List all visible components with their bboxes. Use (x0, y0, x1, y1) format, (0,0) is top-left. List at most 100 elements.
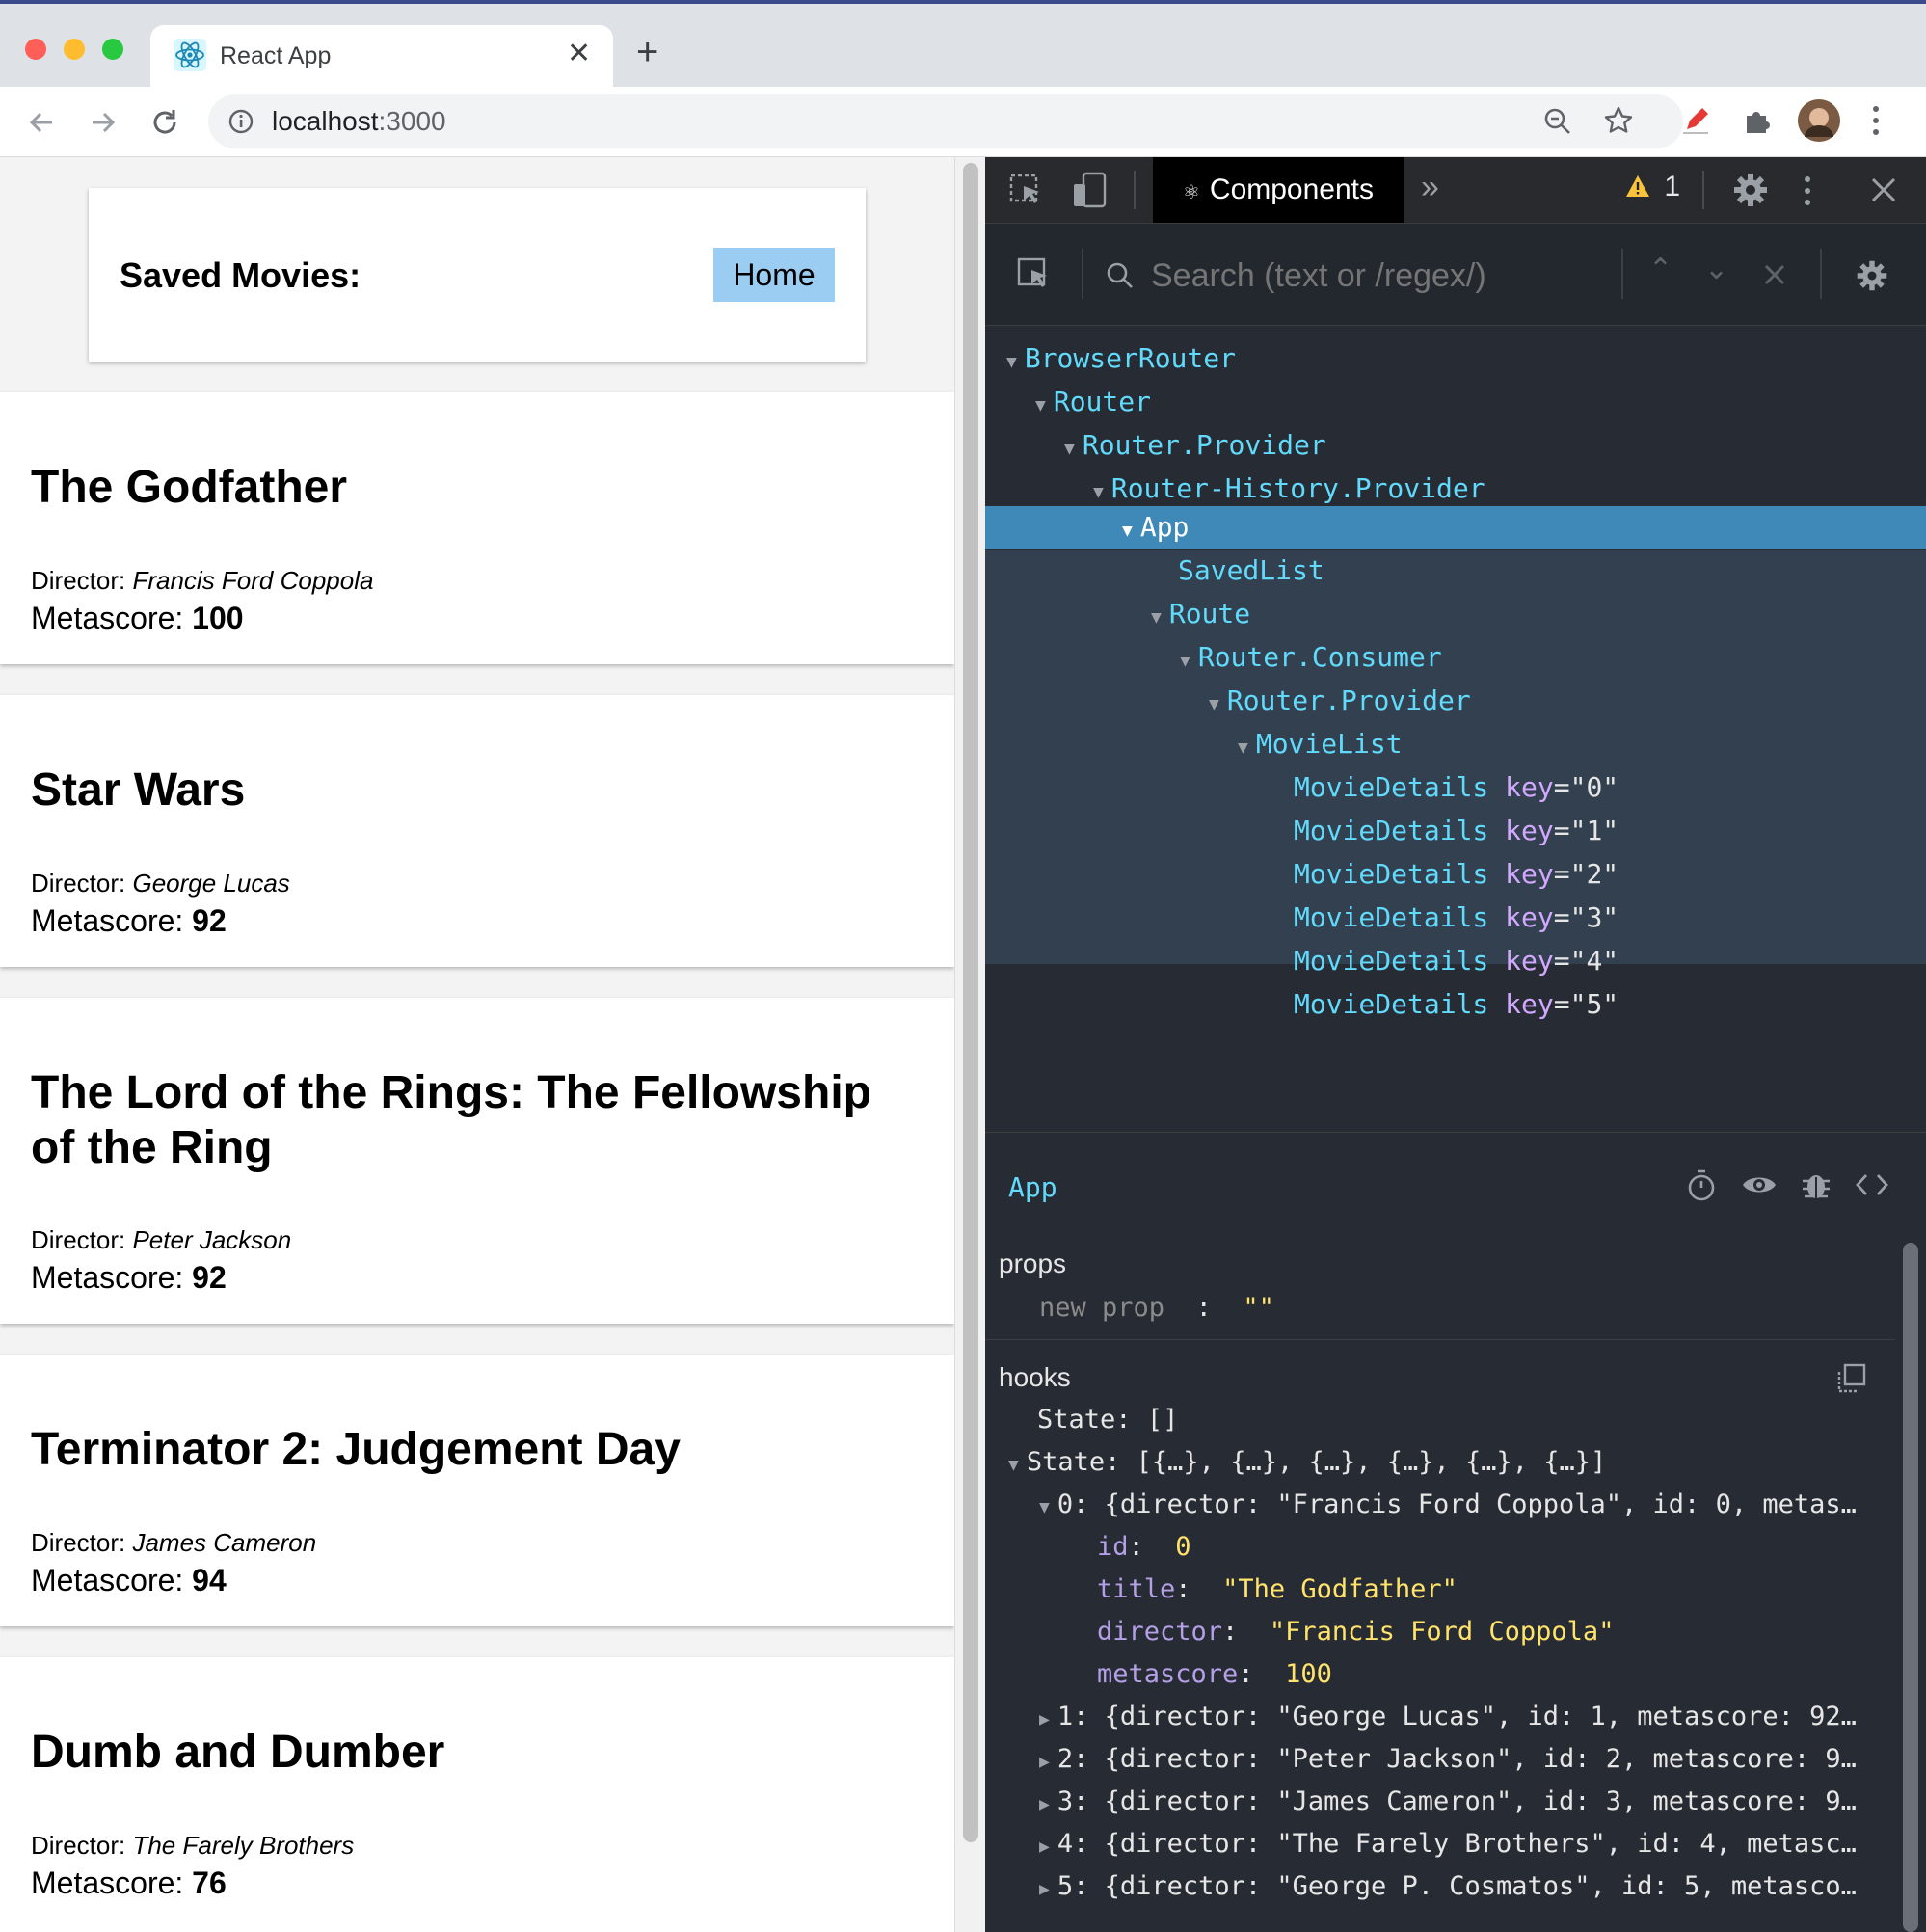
copy-icon[interactable] (1835, 1362, 1868, 1395)
close-window-button[interactable] (25, 39, 46, 60)
bug-icon[interactable] (1801, 1167, 1832, 1202)
state-field-row[interactable]: director: "Francis Ford Coppola" (1097, 1613, 1614, 1651)
pen-extension-icon[interactable] (1679, 104, 1712, 137)
stopwatch-icon[interactable] (1685, 1167, 1718, 1202)
new-tab-button[interactable]: + (636, 33, 658, 71)
warning-counter[interactable]: 1 (1625, 171, 1680, 203)
state-field-row[interactable]: title: "The Godfather" (1097, 1570, 1458, 1609)
previous-result-icon[interactable]: ⌃ (1648, 253, 1672, 286)
field-value[interactable]: 0 (1175, 1532, 1190, 1562)
view-source-icon[interactable] (1855, 1171, 1889, 1198)
state-item-row[interactable]: ▶ 3: {director: "James Cameron", id: 3, m… (1039, 1783, 1857, 1821)
avatar[interactable] (1797, 98, 1841, 143)
tree-node-movielist[interactable]: ▼ MovieList (1238, 723, 1403, 765)
devtools-scrollbar[interactable] (1895, 1235, 1926, 1932)
new-prop-value[interactable]: "" (1243, 1293, 1274, 1323)
state-item-row[interactable]: ▶ 2: {director: "Peter Jackson", id: 2, m… (1039, 1740, 1857, 1779)
expand-caret-icon[interactable]: ▶ (1039, 1794, 1050, 1814)
expand-caret-icon[interactable]: ▼ (1039, 1497, 1050, 1517)
state-item-row[interactable]: ▼ 0: {director: "Francis Ford Coppola", i… (1039, 1486, 1857, 1524)
page-scrollbar-thumb[interactable] (963, 163, 978, 1842)
state-item-row[interactable]: ▶ 5: {director: "George P. Cosmatos", id:… (1039, 1867, 1857, 1906)
movie-card[interactable]: Terminator 2: Judgement Day Director: Ja… (0, 1355, 954, 1626)
tab-components[interactable]: ⚛ Components (1153, 157, 1404, 223)
device-toolbar-icon[interactable] (1070, 171, 1109, 209)
expand-caret-icon[interactable]: ▼ (1151, 607, 1162, 628)
expand-caret-icon[interactable]: ▶ (1039, 1709, 1050, 1730)
component-search-input[interactable] (1149, 251, 1635, 301)
clear-search-icon[interactable] (1762, 262, 1787, 287)
forward-arrow-icon[interactable] (87, 106, 120, 139)
devtools-scrollbar-thumb[interactable] (1903, 1243, 1918, 1932)
movie-card[interactable]: Dumb and Dumber Director: The Farely Bro… (0, 1657, 954, 1932)
expand-caret-icon[interactable]: ▼ (1238, 738, 1248, 758)
devtools-menu-icon[interactable] (1801, 173, 1814, 209)
close-devtools-icon[interactable] (1868, 174, 1899, 205)
expand-caret-icon[interactable]: ▼ (1008, 1455, 1019, 1475)
tree-node-moviedetails[interactable]: MovieDetails key="3" (1294, 897, 1618, 939)
back-arrow-icon[interactable] (25, 106, 58, 139)
expand-caret-icon[interactable]: ▶ (1039, 1879, 1050, 1899)
info-icon[interactable] (227, 108, 254, 135)
hook-state-row[interactable]: State: [] (1037, 1401, 1178, 1439)
tree-node-moviedetails[interactable]: MovieDetails key="1" (1294, 810, 1618, 852)
tree-node-router-history-provider[interactable]: ▼ Router-History.Provider (1093, 468, 1485, 510)
tree-node-router-provider[interactable]: ▼ Router.Provider (1064, 424, 1326, 467)
node-label: MovieDetails (1294, 858, 1489, 890)
browser-menu-icon[interactable] (1868, 102, 1884, 139)
expand-caret-icon[interactable]: ▼ (1064, 439, 1075, 459)
zoom-icon[interactable] (1542, 106, 1573, 137)
page-scrollbar[interactable] (954, 157, 986, 1932)
expand-caret-icon[interactable]: ▼ (1093, 482, 1104, 502)
element-picker-icon[interactable] (1008, 173, 1045, 209)
tree-node-router-consumer[interactable]: ▼ Router.Consumer (1180, 636, 1442, 679)
expand-caret-icon[interactable]: ▼ (1006, 352, 1017, 372)
tree-node-moviedetails[interactable]: MovieDetails key="4" (1294, 940, 1618, 982)
reload-icon[interactable] (148, 106, 181, 139)
extensions-puzzle-icon[interactable] (1741, 104, 1774, 137)
state-item-row[interactable]: ▶ 1: {director: "George Lucas", id: 1, me… (1039, 1698, 1857, 1736)
field-value[interactable]: "Francis Ford Coppola" (1270, 1617, 1615, 1647)
tree-node-route[interactable]: ▼ Route (1151, 593, 1250, 635)
next-result-icon[interactable]: ⌄ (1704, 253, 1728, 286)
select-element-icon[interactable] (1016, 256, 1053, 293)
tree-node-browserrouter[interactable]: ▼ BrowserRouter (1006, 337, 1236, 380)
tab-close-icon[interactable]: ✕ (567, 37, 591, 70)
minimize-window-button[interactable] (64, 39, 85, 60)
new-prop-separator: : (1195, 1293, 1212, 1323)
state-field-row[interactable]: id: 0 (1097, 1528, 1191, 1567)
tree-node-app[interactable]: ▼ App (1122, 506, 1189, 549)
movie-card[interactable]: Star Wars Director: George Lucas Metasco… (0, 695, 954, 967)
expand-caret-icon[interactable]: ▶ (1039, 1837, 1050, 1857)
expand-caret-icon[interactable]: ▼ (1035, 395, 1046, 416)
tree-node-savedlist[interactable]: SavedList (1178, 550, 1324, 592)
settings-gear-icon[interactable] (1731, 171, 1770, 209)
tree-node-moviedetails[interactable]: MovieDetails key="0" (1294, 766, 1618, 809)
browser-tab[interactable]: React App ✕ (150, 25, 613, 91)
field-value[interactable]: 100 (1285, 1659, 1332, 1689)
new-prop-input[interactable]: new prop (1039, 1293, 1164, 1323)
state-item-row[interactable]: ▶ 4: {director: "The Farely Brothers", id… (1039, 1825, 1857, 1864)
director-name: Peter Jackson (132, 1225, 292, 1254)
tree-node-router-provider[interactable]: ▼ Router.Provider (1209, 680, 1471, 722)
new-prop-row[interactable]: new prop : "" (1039, 1289, 1274, 1328)
expand-caret-icon[interactable]: ▼ (1122, 521, 1133, 541)
tree-node-moviedetails[interactable]: MovieDetails key="5" (1294, 983, 1618, 1026)
more-tabs-icon[interactable]: » (1421, 169, 1439, 206)
expand-caret-icon[interactable]: ▼ (1209, 694, 1219, 714)
home-button[interactable]: Home (713, 248, 835, 302)
maximize-window-button[interactable] (102, 39, 123, 60)
state-field-row[interactable]: metascore: 100 (1097, 1655, 1332, 1694)
address-bar[interactable]: localhost:3000 (208, 94, 1683, 148)
expand-caret-icon[interactable]: ▶ (1039, 1752, 1050, 1772)
hook-state-row[interactable]: ▼ State: [{…}, {…}, {…}, {…}, {…}, {…}] (1008, 1443, 1606, 1482)
bookmark-star-icon[interactable] (1602, 104, 1635, 137)
tree-node-moviedetails[interactable]: MovieDetails key="2" (1294, 853, 1618, 896)
tree-node-router[interactable]: ▼ Router (1035, 381, 1151, 423)
eye-icon[interactable] (1741, 1171, 1778, 1198)
field-value[interactable]: "The Godfather" (1222, 1574, 1458, 1604)
expand-caret-icon[interactable]: ▼ (1180, 651, 1190, 671)
movie-card[interactable]: The Lord of the Rings: The Fellowship of… (0, 998, 954, 1324)
settings-gear-icon[interactable] (1855, 258, 1889, 293)
movie-card[interactable]: The Godfather Director: Francis Ford Cop… (0, 392, 954, 664)
